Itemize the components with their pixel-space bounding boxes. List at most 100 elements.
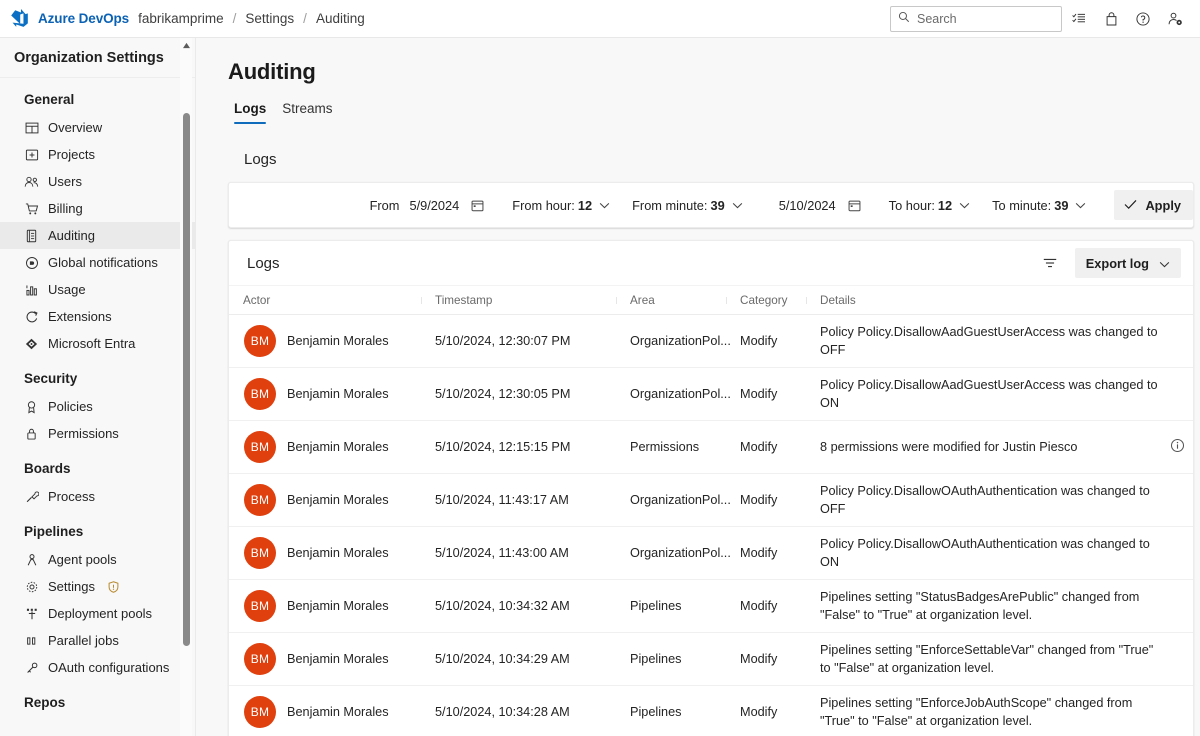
extensions-icon <box>24 309 39 324</box>
sidebar-item-global-notifications[interactable]: Global notifications <box>0 249 195 276</box>
deployment-pools-icon <box>24 606 39 621</box>
avatar[interactable]: BM <box>244 378 276 410</box>
column-header-actor[interactable]: Actor <box>229 294 421 307</box>
table-row[interactable]: BMBenjamin Morales5/10/2024, 12:30:07 PM… <box>229 315 1193 368</box>
to-minute-group[interactable]: To minute: 39 <box>992 198 1086 213</box>
cell-details: Policy Policy.DisallowAadGuestUserAccess… <box>806 315 1193 367</box>
table-row[interactable]: BMBenjamin Morales5/10/2024, 12:15:15 PM… <box>229 421 1193 474</box>
chevron-down-icon[interactable] <box>959 202 970 209</box>
table-row[interactable]: BMBenjamin Morales5/10/2024, 10:34:29 AM… <box>229 633 1193 686</box>
sidebar-item-parallel-jobs[interactable]: Parallel jobs <box>0 627 195 654</box>
cell-category: Modify <box>726 421 806 473</box>
help-icon[interactable] <box>1128 4 1158 34</box>
logs-table-header: Logs Export log <box>229 241 1193 285</box>
sidebar-item-label: Projects <box>48 147 95 162</box>
from-minute-group[interactable]: From minute: 39 <box>632 198 743 213</box>
tab-logs[interactable]: Logs <box>228 97 272 124</box>
avatar[interactable]: BM <box>244 696 276 728</box>
breadcrumb-settings[interactable]: Settings <box>245 11 294 26</box>
avatar[interactable]: BM <box>244 484 276 516</box>
table-row[interactable]: BMBenjamin Morales5/10/2024, 10:34:32 AM… <box>229 580 1193 633</box>
sidebar-item-permissions[interactable]: Permissions <box>0 420 195 447</box>
sidebar-item-users[interactable]: Users <box>0 168 195 195</box>
export-log-label: Export log <box>1086 256 1149 271</box>
table-row[interactable]: BMBenjamin Morales5/10/2024, 11:43:00 AM… <box>229 527 1193 580</box>
sidebar-item-process[interactable]: Process <box>0 483 195 510</box>
table-row[interactable]: BMBenjamin Morales5/10/2024, 11:43:17 AM… <box>229 474 1193 527</box>
from-date-group: From 5/9/2024 <box>370 198 485 213</box>
users-icon <box>24 174 39 189</box>
sidebar-item-policies[interactable]: Policies <box>0 393 195 420</box>
sidebar-item-billing[interactable]: Billing <box>0 195 195 222</box>
usage-chart-icon <box>24 282 39 297</box>
export-log-button[interactable]: Export log <box>1075 248 1181 278</box>
shopping-bag-icon[interactable] <box>1096 4 1126 34</box>
chevron-down-icon[interactable] <box>1075 202 1086 209</box>
cell-actor: BMBenjamin Morales <box>229 527 421 579</box>
sidebar-item-projects[interactable]: Projects <box>0 141 195 168</box>
sidebar-scrollbar[interactable] <box>180 38 192 736</box>
breadcrumb: Azure DevOps fabrikamprime / Settings / … <box>38 11 365 26</box>
filter-icon[interactable] <box>1037 250 1063 276</box>
table-row[interactable]: BMBenjamin Morales5/10/2024, 12:30:05 PM… <box>229 368 1193 421</box>
cell-details: Pipelines setting "EnforceJobAuthScope" … <box>806 686 1193 736</box>
breadcrumb-auditing[interactable]: Auditing <box>316 11 365 26</box>
section-label-logs: Logs <box>196 124 1200 168</box>
chevron-down-icon <box>1159 256 1170 271</box>
cell-timestamp: 5/10/2024, 12:15:15 PM <box>421 421 616 473</box>
sidebar-item-usage[interactable]: Usage <box>0 276 195 303</box>
to-hour-label: To hour: <box>889 198 935 213</box>
scroll-up-arrow-icon[interactable] <box>181 40 191 50</box>
sidebar-item-agent-pools[interactable]: Agent pools <box>0 546 195 573</box>
sidebar-group-general: General <box>0 78 195 114</box>
sidebar-item-overview[interactable]: Overview <box>0 114 195 141</box>
user-settings-icon[interactable] <box>1160 4 1190 34</box>
avatar[interactable]: BM <box>244 643 276 675</box>
from-hour-group[interactable]: From hour: 12 <box>512 198 610 213</box>
sidebar-item-label: Global notifications <box>48 255 158 270</box>
to-date-value[interactable]: 5/10/2024 <box>779 198 836 213</box>
sidebar-scrollbar-thumb[interactable] <box>183 113 190 646</box>
apply-button[interactable]: Apply <box>1114 190 1193 220</box>
search-icon <box>898 10 910 28</box>
sidebar-item-auditing[interactable]: Auditing <box>0 222 195 249</box>
actor-name: Benjamin Morales <box>287 387 389 401</box>
checklist-icon[interactable] <box>1064 4 1094 34</box>
info-icon[interactable] <box>1170 438 1185 456</box>
column-header-area[interactable]: Area <box>616 294 726 307</box>
logs-table-card: Logs Export log Actor <box>228 240 1194 736</box>
calendar-icon[interactable] <box>848 199 861 212</box>
chevron-down-icon[interactable] <box>599 202 610 209</box>
from-label: From <box>370 198 400 213</box>
from-date-value[interactable]: 5/9/2024 <box>409 198 459 213</box>
search-input[interactable] <box>917 12 1047 26</box>
cell-area: OrganizationPol... <box>616 527 726 579</box>
sidebar-item-extensions[interactable]: Extensions <box>0 303 195 330</box>
global-search[interactable] <box>890 6 1062 32</box>
to-minute-value: 39 <box>1054 198 1068 213</box>
sidebar-item-settings[interactable]: Settings <box>0 573 195 600</box>
avatar[interactable]: BM <box>244 431 276 463</box>
breadcrumb-brand[interactable]: Azure DevOps <box>38 11 129 26</box>
to-hour-group[interactable]: To hour: 12 <box>889 198 970 213</box>
cell-details: 8 permissions were modified for Justin P… <box>806 421 1193 473</box>
column-header-category[interactable]: Category <box>726 294 806 307</box>
azure-devops-logo[interactable] <box>0 0 38 38</box>
sidebar-item-deployment-pools[interactable]: Deployment pools <box>0 600 195 627</box>
avatar[interactable]: BM <box>244 590 276 622</box>
cell-details: Policy Policy.DisallowAadGuestUserAccess… <box>806 368 1193 420</box>
avatar[interactable]: BM <box>244 537 276 569</box>
column-header-timestamp[interactable]: Timestamp <box>421 294 616 307</box>
avatar[interactable]: BM <box>244 325 276 357</box>
chevron-down-icon[interactable] <box>732 202 743 209</box>
calendar-icon[interactable] <box>471 199 484 212</box>
breadcrumb-org[interactable]: fabrikamprime <box>138 11 224 26</box>
table-row[interactable]: BMBenjamin Morales5/10/2024, 10:34:28 AM… <box>229 686 1193 736</box>
sidebar-item-oauth-configurations[interactable]: OAuth configurations <box>0 654 195 681</box>
sidebar-item-label: Permissions <box>48 426 119 441</box>
sidebar-item-label: Policies <box>48 399 93 414</box>
column-header-details[interactable]: Details <box>806 294 1193 307</box>
tab-streams[interactable]: Streams <box>276 97 338 124</box>
sidebar-item-microsoft-entra[interactable]: Microsoft Entra <box>0 330 195 357</box>
cell-actor: BMBenjamin Morales <box>229 686 421 736</box>
